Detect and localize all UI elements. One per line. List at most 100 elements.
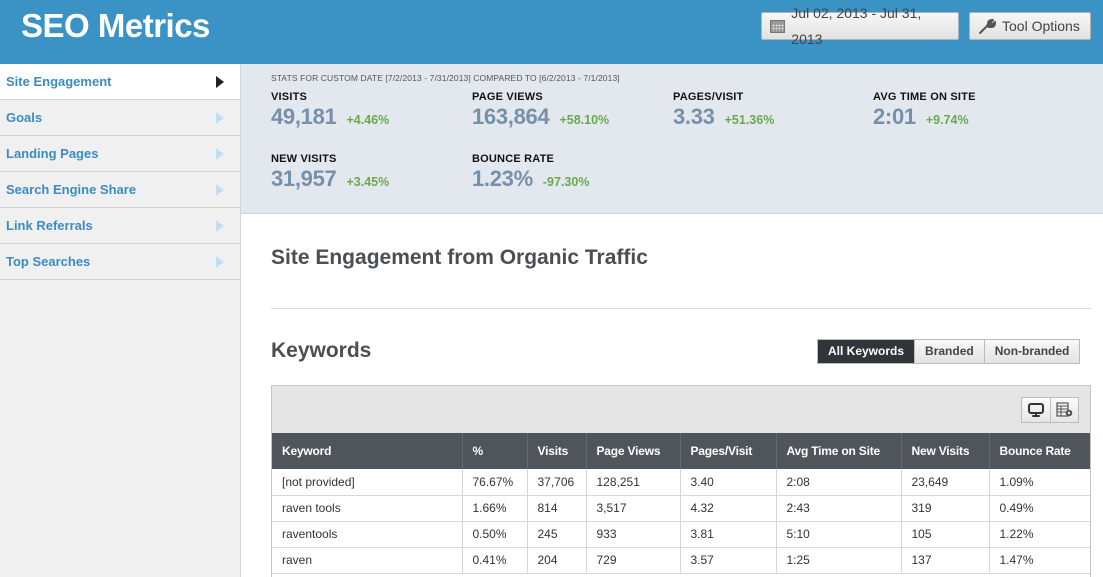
table-row[interactable]: raventools 0.50% 245 933 3.81 5:10 105 1.22% bbox=[272, 521, 1090, 548]
stat-value: 49,181 bbox=[271, 104, 337, 129]
cell-keyword: raven bbox=[272, 547, 463, 574]
sidebar: Site Engagement Goals Landing Pages Sear… bbox=[0, 64, 241, 577]
sidebar-item-search-engine-share[interactable]: Search Engine Share bbox=[0, 172, 240, 208]
stat-value: 163,864 bbox=[472, 104, 550, 129]
stat-avg-time-on-site: AVG TIME ON SITE 2:01 +9.74% bbox=[873, 91, 976, 130]
date-range-button[interactable]: Jul 02, 2013 - Jul 31, 2013 bbox=[761, 5, 959, 47]
table-row[interactable]: [not provided] 76.67% 37,706 128,251 3.40 2:0… bbox=[272, 469, 1090, 496]
cell-bounce-rate: 0.49% bbox=[989, 495, 1090, 522]
cell-pages-per-visit: 3.57 bbox=[680, 547, 777, 574]
stat-value: 3.33 bbox=[673, 104, 715, 129]
filter-all-keywords[interactable]: All Keywords bbox=[818, 340, 915, 363]
cell-new-visits: 23,649 bbox=[901, 469, 990, 496]
keywords-table: Keyword % Visits Page Views Pages/Visit … bbox=[272, 433, 1090, 574]
stat-value: 2:01 bbox=[873, 104, 916, 129]
cell-page-views: 128,251 bbox=[586, 469, 681, 496]
stat-pages-per-visit: PAGES/VISIT 3.33 +51.36% bbox=[673, 91, 774, 130]
sidebar-item-label: Goals bbox=[6, 110, 43, 125]
column-header-bounce-rate[interactable]: Bounce Rate bbox=[989, 433, 1090, 469]
column-header-new-visits[interactable]: New Visits bbox=[901, 433, 990, 469]
cell-page-views: 3,517 bbox=[586, 495, 681, 522]
cell-visits: 204 bbox=[527, 547, 587, 574]
keywords-table-container: Keyword % Visits Page Views Pages/Visit … bbox=[271, 385, 1091, 577]
arrow-right-icon bbox=[216, 183, 224, 196]
cell-bounce-rate: 1.47% bbox=[989, 547, 1090, 574]
column-header-avg-time[interactable]: Avg Time on Site bbox=[776, 433, 902, 469]
table-row[interactable]: raven 0.41% 204 729 3.57 1:25 137 1.47% bbox=[272, 547, 1090, 574]
keyword-filter-group: All Keywords Branded Non-branded bbox=[817, 339, 1081, 364]
date-range-label: Jul 02, 2013 - Jul 31, 2013 bbox=[791, 5, 922, 47]
cell-percent: 0.50% bbox=[462, 521, 528, 548]
stat-page-views: PAGE VIEWS 163,864 +58.10% bbox=[472, 91, 609, 130]
keywords-title: Keywords bbox=[271, 339, 372, 362]
cell-bounce-rate: 1.09% bbox=[989, 469, 1090, 496]
tool-options-label: Tool Options bbox=[1002, 18, 1080, 34]
table-row[interactable]: raven tools 1.66% 814 3,517 4.32 2:43 319 0.49% bbox=[272, 495, 1090, 522]
cell-new-visits: 319 bbox=[901, 495, 990, 522]
cell-avg-time: 1:25 bbox=[776, 547, 902, 574]
cell-pages-per-visit: 3.40 bbox=[680, 469, 777, 496]
sidebar-item-label: Link Referrals bbox=[6, 218, 93, 233]
cell-new-visits: 137 bbox=[901, 547, 990, 574]
sidebar-item-label: Site Engagement bbox=[6, 74, 112, 89]
cell-visits: 37,706 bbox=[527, 469, 587, 496]
section-divider bbox=[271, 308, 1091, 309]
column-header-keyword[interactable]: Keyword bbox=[272, 433, 463, 469]
cell-percent: 1.66% bbox=[462, 495, 528, 522]
sidebar-item-site-engagement[interactable]: Site Engagement bbox=[0, 64, 240, 100]
arrow-right-icon bbox=[216, 255, 224, 268]
column-header-visits[interactable]: Visits bbox=[527, 433, 587, 469]
sidebar-item-goals[interactable]: Goals bbox=[0, 100, 240, 136]
stat-change: +51.36% bbox=[724, 113, 775, 127]
sidebar-item-label: Search Engine Share bbox=[6, 182, 137, 197]
stat-change: -97.30% bbox=[542, 175, 590, 189]
stat-change: +4.46% bbox=[346, 113, 390, 127]
sidebar-item-label: Landing Pages bbox=[6, 146, 99, 161]
app-header: SEO Metrics Jul 02, 2013 - Jul 31, 2013 … bbox=[0, 0, 1103, 64]
calendar-icon bbox=[770, 19, 786, 33]
stats-caption: STATS FOR CUSTOM DATE [7/2/2013 - 7/31/2… bbox=[271, 73, 620, 83]
cell-bounce-rate: 1.22% bbox=[989, 521, 1090, 548]
stats-panel: STATS FOR CUSTOM DATE [7/2/2013 - 7/31/2… bbox=[241, 64, 1103, 214]
stat-label: PAGE VIEWS bbox=[472, 91, 543, 103]
arrow-right-icon bbox=[216, 111, 224, 124]
stat-bounce-rate: BOUNCE RATE 1.23% -97.30% bbox=[472, 153, 589, 192]
tool-options-button[interactable]: Tool Options bbox=[969, 12, 1091, 40]
cell-avg-time: 5:10 bbox=[776, 521, 902, 548]
arrow-right-icon bbox=[216, 75, 224, 88]
column-header-percent[interactable]: % bbox=[462, 433, 528, 469]
sidebar-item-landing-pages[interactable]: Landing Pages bbox=[0, 136, 240, 172]
table-settings-icon[interactable] bbox=[1050, 398, 1078, 422]
cell-page-views: 933 bbox=[586, 521, 681, 548]
filter-branded[interactable]: Branded bbox=[914, 340, 984, 363]
column-header-pages-per-visit[interactable]: Pages/Visit bbox=[680, 433, 777, 469]
stat-value: 1.23% bbox=[472, 166, 533, 191]
cell-avg-time: 2:43 bbox=[776, 495, 902, 522]
stat-label: BOUNCE RATE bbox=[472, 153, 555, 165]
sidebar-item-top-searches[interactable]: Top Searches bbox=[0, 244, 240, 280]
cell-avg-time: 2:08 bbox=[776, 469, 902, 496]
section-title: Site Engagement from Organic Traffic bbox=[271, 246, 648, 269]
cell-keyword: raventools bbox=[272, 521, 463, 548]
table-header-row: Keyword % Visits Page Views Pages/Visit … bbox=[272, 433, 1090, 469]
filter-non-branded[interactable]: Non-branded bbox=[983, 340, 1080, 363]
stat-label: PAGES/VISIT bbox=[673, 91, 744, 103]
arrow-right-icon bbox=[216, 147, 224, 160]
monitor-icon[interactable] bbox=[1022, 398, 1050, 422]
column-header-page-views[interactable]: Page Views bbox=[586, 433, 681, 469]
stat-label: NEW VISITS bbox=[271, 153, 337, 165]
cell-percent: 76.67% bbox=[462, 469, 528, 496]
stat-change: +3.45% bbox=[346, 175, 390, 189]
cell-percent: 0.41% bbox=[462, 547, 528, 574]
sidebar-item-label: Top Searches bbox=[6, 254, 91, 269]
cell-keyword: raven tools bbox=[272, 495, 463, 522]
stat-change: +9.74% bbox=[925, 113, 969, 127]
cell-new-visits: 105 bbox=[901, 521, 990, 548]
sidebar-item-link-referrals[interactable]: Link Referrals bbox=[0, 208, 240, 244]
stat-label: VISITS bbox=[271, 91, 308, 103]
cell-keyword: [not provided] bbox=[272, 469, 463, 496]
table-toolbar bbox=[272, 386, 1090, 433]
cell-page-views: 729 bbox=[586, 547, 681, 574]
stat-visits: VISITS 49,181 +4.46% bbox=[271, 91, 389, 130]
stat-change: +58.10% bbox=[559, 113, 610, 127]
